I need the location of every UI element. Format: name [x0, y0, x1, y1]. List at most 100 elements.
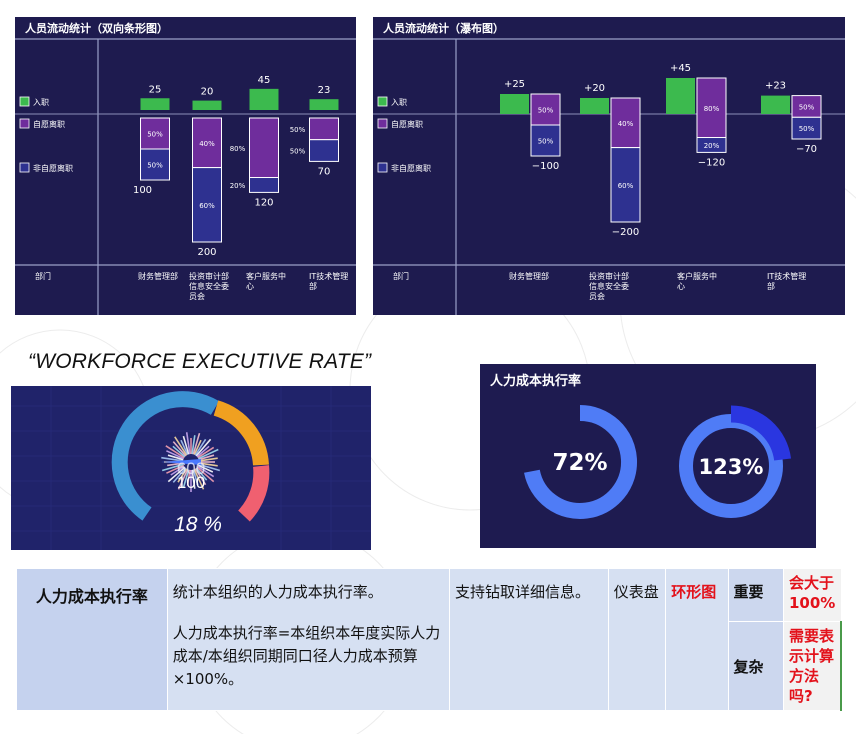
metric-name: 人力成本执行率 — [35, 587, 148, 606]
x-axis-label: 部门 — [35, 271, 51, 281]
category-label: 客户服务中 — [246, 271, 286, 281]
note-cell-2: 需要表示计算方法吗? — [782, 621, 842, 711]
legend-swatch — [377, 118, 388, 129]
ring-value: 72% — [552, 450, 607, 476]
inflow-label: +20 — [584, 83, 605, 94]
waterfall-panel: 入职 自愿离职 非自愿离职 部门 财务管理部 投资审计部 信息安全委 员会 客户服务中心 IT技术… — [373, 17, 845, 315]
inflow-label: +25 — [504, 79, 525, 90]
inflow-bar — [500, 94, 529, 114]
outflow-label: −100 — [532, 161, 559, 172]
legend-label: 入职 — [391, 98, 407, 107]
x-axis-label: 部门 — [393, 271, 409, 281]
legend-label: 自愿离职 — [33, 119, 65, 129]
chart-title: 人员流动统计（双向条形图） — [25, 22, 168, 35]
legend-swatch — [377, 96, 388, 107]
category-label: 员会 — [189, 291, 205, 301]
complexity: 复杂 — [733, 657, 764, 676]
outflow-label: −70 — [796, 144, 817, 155]
ring-chart-panel: 人力成本执行率 72% 123% — [480, 364, 816, 548]
note-cell-1: 会大于100% — [782, 568, 842, 622]
ring-chart: 72% 123% — [524, 405, 792, 519]
category-label: IT技术管理 — [309, 271, 348, 281]
category-label: 员会 — [589, 291, 605, 301]
involuntary-share: 20% — [704, 142, 720, 150]
gauge-value: 18 % — [174, 513, 222, 536]
inflow-bar — [666, 78, 695, 114]
category-label: 心 — [677, 282, 685, 291]
outflow-label: −120 — [698, 157, 725, 168]
inflow-label: 23 — [318, 85, 331, 96]
inflow-bar — [580, 98, 609, 114]
involuntary-share: 60% — [199, 202, 215, 210]
bidirectional-bar-chart: 入职自愿离职非自愿离职部门 财务管理部 投资审计部信息安全委员会 客户服务中心 IT技术… — [15, 38, 356, 315]
ring-chart-title: 人力成本执行率 — [490, 374, 582, 389]
importance-cell: 重要 — [727, 568, 784, 622]
complexity-cell: 复杂 — [727, 621, 784, 711]
drill-cell: 支持钻取详细信息。 — [448, 568, 609, 711]
chart-type-cell: 环形图 — [665, 568, 729, 711]
waterfall-chart: 入职自愿离职非自愿离职部门 财务管理部 投资审计部信息安全委员会 客户服务中心 IT技术… — [373, 38, 845, 315]
importance: 重要 — [733, 583, 764, 601]
involuntary-share: 60% — [618, 182, 634, 190]
involuntary-share: 20% — [230, 182, 246, 190]
category-label: 财务管理部 — [509, 271, 549, 281]
inflow-bar — [761, 95, 790, 114]
legend-label: 非自愿离职 — [391, 163, 431, 173]
involuntary-bar — [249, 177, 279, 193]
inflow-bar — [309, 99, 339, 110]
outflow-label: 100 — [133, 185, 152, 196]
bidirectional-bar-panel: 入职自愿离职非自愿离职部门 财务管理部 投资审计部 信息安全委 员会 客户服务中心 IT技术… — [15, 17, 356, 315]
outflow-label: 200 — [197, 247, 216, 258]
gauge-arc-red — [237, 465, 270, 522]
chart-type: 环形图 — [671, 583, 717, 601]
category-label: 投资审计部 — [589, 271, 629, 281]
metric-spec-table: 人力成本执行率 统计本组织的人力成本执行率。 人力成本执行率=本组织本年度实际人… — [16, 568, 842, 711]
table-row: 人力成本执行率 统计本组织的人力成本执行率。 人力成本执行率=本组织本年度实际人… — [16, 568, 842, 711]
metric-name-cell: 人力成本执行率 — [16, 568, 168, 711]
legend-label: 自愿离职 — [391, 119, 423, 129]
voluntary-share: 50% — [799, 103, 815, 111]
category-label: 投资审计部 — [189, 271, 229, 281]
legend-label: 入职 — [33, 98, 49, 107]
voluntary-share: 50% — [147, 131, 163, 139]
metric-description-cell: 统计本组织的人力成本执行率。 人力成本执行率=本组织本年度实际人力成本/本组织同… — [166, 568, 450, 711]
legend-swatch — [377, 162, 388, 173]
inflow-label: +23 — [765, 81, 786, 92]
voluntary-share: 80% — [704, 105, 720, 113]
voluntary-share: 80% — [230, 145, 246, 153]
involuntary-share: 50% — [799, 125, 815, 133]
metric-formula: 人力成本执行率=本组织本年度实际人力成本/本组织同期同口径人力成本预算×100%… — [172, 624, 441, 688]
voluntary-share: 40% — [199, 140, 215, 148]
inflow-bar — [140, 98, 170, 110]
involuntary-share: 50% — [147, 162, 163, 170]
inflow-bar — [192, 100, 222, 110]
category-label: 信息安全委 — [189, 281, 229, 291]
category-label: 部 — [309, 281, 317, 291]
outflow-label: 70 — [318, 166, 331, 177]
voluntary-bar — [249, 117, 279, 179]
note-method: 需要表示计算方法吗? — [788, 627, 834, 705]
voluntary-share: 50% — [538, 107, 554, 115]
gauge-readout-main: 100 — [177, 473, 205, 492]
legend-swatch — [19, 162, 30, 173]
legend-swatch — [19, 96, 30, 107]
category-label: IT技术管理 — [767, 271, 806, 281]
category-label: 客户服务中 — [677, 271, 717, 281]
inflow-label: 20 — [201, 87, 214, 98]
category-label: 部 — [767, 281, 775, 291]
inflow-label: 45 — [258, 75, 271, 86]
gauge-panel: 600 100 18 % — [11, 386, 371, 550]
category-label: 心 — [246, 282, 254, 291]
involuntary-bar — [309, 139, 339, 162]
category-label: 财务管理部 — [138, 271, 178, 281]
voluntary-share: 50% — [290, 126, 306, 134]
drill-support: 支持钻取详细信息。 — [454, 583, 590, 601]
inflow-bar — [249, 88, 279, 110]
legend-swatch — [19, 118, 30, 129]
voluntary-bar — [309, 117, 339, 141]
voluntary-share: 40% — [618, 120, 634, 128]
inflow-label: 25 — [149, 84, 162, 95]
display-type: 仪表盘 — [613, 583, 659, 601]
inflow-label: +45 — [670, 63, 691, 74]
legend-label: 非自愿离职 — [33, 163, 73, 173]
